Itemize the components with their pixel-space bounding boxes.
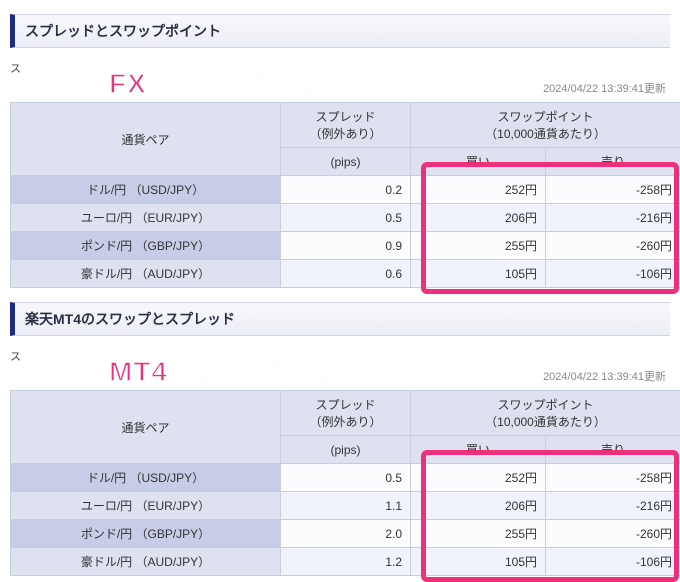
th-spread-main: スプレッド (289, 396, 402, 413)
th-pair: 通貨ペア (11, 103, 281, 176)
cell-buy: 105円 (411, 260, 546, 288)
swap-table-fx: 通貨ペア スプレッド （例外あり） スワップポイント （10,000通貨あたり）… (10, 102, 680, 288)
cell-sell: -216円 (546, 204, 680, 232)
cell-spread: 0.9 (281, 232, 411, 260)
table-row: ユーロ/円 （EUR/JPY） 1.1 206円 -216円 (11, 492, 680, 520)
th-sell: 売り (546, 148, 680, 176)
cell-buy: 252円 (411, 464, 546, 492)
th-spread: スプレッド （例外あり） (281, 103, 411, 148)
table-row: 豪ドル/円 （AUD/JPY） 0.6 105円 -106円 (11, 260, 680, 288)
cell-sell: -260円 (546, 520, 680, 548)
cell-buy: 206円 (411, 204, 546, 232)
cell-sell: -106円 (546, 548, 680, 576)
timestamp-mt4: 2024/04/22 13:39:41更新 (0, 368, 666, 384)
table-row: 豪ドル/円 （AUD/JPY） 1.2 105円 -106円 (11, 548, 680, 576)
cell-buy: 255円 (411, 232, 546, 260)
cell-sell: -260円 (546, 232, 680, 260)
cell-buy: 206円 (411, 492, 546, 520)
th-swap-sub: （10,000通貨あたり） (419, 125, 672, 142)
cell-spread: 2.0 (281, 520, 411, 548)
th-buy: 買い (411, 148, 546, 176)
table-row: ユーロ/円 （EUR/JPY） 0.5 206円 -216円 (11, 204, 680, 232)
th-spread: スプレッド （例外あり） (281, 391, 411, 436)
note-text-fragment: ス (10, 63, 21, 75)
th-swap: スワップポイント （10,000通貨あたり） (411, 391, 680, 436)
note-text-fragment: ス (10, 351, 21, 363)
th-sell: 売り (546, 436, 680, 464)
cell-spread: 0.5 (281, 204, 411, 232)
cell-buy: 252円 (411, 176, 546, 204)
section-title: 楽天MT4のスワップとスプレッド (25, 311, 235, 327)
th-swap-main: スワップポイント (419, 396, 672, 413)
note-line-mt4: ス (10, 348, 670, 364)
section-title: スプレッドとスワップポイント (25, 23, 221, 39)
table-row: ポンド/円 （GBP/JPY） 0.9 255円 -260円 (11, 232, 680, 260)
note-line-fx: ス (10, 60, 670, 76)
table-row: ポンド/円 （GBP/JPY） 2.0 255円 -260円 (11, 520, 680, 548)
cell-pair: ユーロ/円 （EUR/JPY） (11, 204, 281, 232)
th-pair: 通貨ペア (11, 391, 281, 464)
cell-sell: -216円 (546, 492, 680, 520)
cell-pair: ドル/円 （USD/JPY） (11, 176, 281, 204)
cell-pair: ポンド/円 （GBP/JPY） (11, 232, 281, 260)
cell-spread: 0.6 (281, 260, 411, 288)
section-header-fx: スプレッドとスワップポイント (10, 14, 670, 48)
table-row: ドル/円 （USD/JPY） 0.2 252円 -258円 (11, 176, 680, 204)
cell-sell: -258円 (546, 464, 680, 492)
cell-spread: 1.2 (281, 548, 411, 576)
section-header-mt4: 楽天MT4のスワップとスプレッド (10, 302, 670, 336)
th-spread-unit: (pips) (281, 436, 411, 464)
th-spread-sub: （例外あり） (289, 413, 402, 430)
cell-pair: ユーロ/円 （EUR/JPY） (11, 492, 281, 520)
cell-pair: 豪ドル/円 （AUD/JPY） (11, 260, 281, 288)
cell-buy: 105円 (411, 548, 546, 576)
cell-sell: -106円 (546, 260, 680, 288)
th-spread-main: スプレッド (289, 108, 402, 125)
cell-pair: ドル/円 （USD/JPY） (11, 464, 281, 492)
cell-spread: 0.5 (281, 464, 411, 492)
cell-sell: -258円 (546, 176, 680, 204)
cell-spread: 0.2 (281, 176, 411, 204)
cell-buy: 255円 (411, 520, 546, 548)
th-spread-unit: (pips) (281, 148, 411, 176)
th-swap-sub: （10,000通貨あたり） (419, 413, 672, 430)
table-row: ドル/円 （USD/JPY） 0.5 252円 -258円 (11, 464, 680, 492)
th-spread-sub: （例外あり） (289, 125, 402, 142)
cell-pair: ポンド/円 （GBP/JPY） (11, 520, 281, 548)
timestamp-fx: 2024/04/22 13:39:41更新 (0, 80, 666, 96)
swap-table-mt4: 通貨ペア スプレッド （例外あり） スワップポイント （10,000通貨あたり）… (10, 390, 680, 576)
th-swap: スワップポイント （10,000通貨あたり） (411, 103, 680, 148)
cell-spread: 1.1 (281, 492, 411, 520)
th-buy: 買い (411, 436, 546, 464)
cell-pair: 豪ドル/円 （AUD/JPY） (11, 548, 281, 576)
th-swap-main: スワップポイント (419, 108, 672, 125)
